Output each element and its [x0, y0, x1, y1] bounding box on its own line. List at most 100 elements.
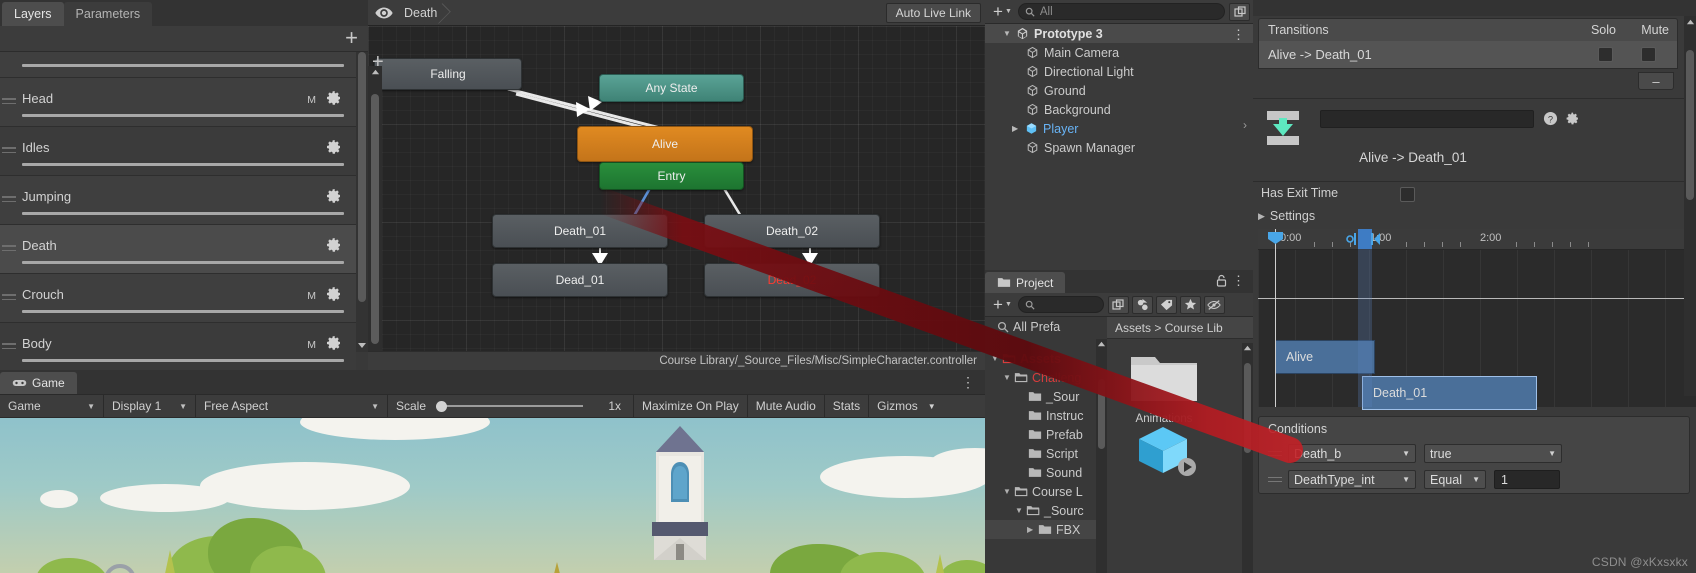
hierarchy-item-spawn-manager[interactable]: Spawn Manager	[985, 138, 1253, 157]
transition-start-marker-icon[interactable]	[1346, 232, 1358, 246]
tab-layers[interactable]: Layers	[2, 2, 64, 26]
chevron-right-icon[interactable]: ▶	[1012, 124, 1021, 133]
layer-weight-bar[interactable]	[22, 114, 344, 117]
layer-row-death[interactable]: Death	[0, 225, 356, 274]
state-node-death-02[interactable]: Death_02	[704, 214, 880, 248]
timeline-clip-death-01[interactable]: Death_01	[1362, 376, 1537, 410]
drag-handle-icon[interactable]	[2, 147, 16, 154]
drag-handle-icon[interactable]	[2, 245, 16, 252]
project-tree-pane[interactable]: All Prefa ▼ Assets ▼ Challeng _Sour Inst…	[985, 317, 1107, 573]
project-tree-item-challenge[interactable]: ▼ Challeng	[985, 368, 1107, 387]
gear-icon[interactable]	[326, 90, 342, 106]
project-tree-item-source-files[interactable]: ▼ _Sourc	[985, 501, 1107, 520]
tab-parameters[interactable]: Parameters	[63, 2, 153, 26]
timeline-body[interactable]: Alive Death_01	[1258, 250, 1696, 410]
chevron-down-icon[interactable]: ▼	[1015, 506, 1026, 515]
gizmos-dropdown-caret[interactable]: ▼	[926, 394, 944, 418]
hierarchy-item-background[interactable]: Background	[985, 100, 1253, 119]
layer-weight-bar[interactable]	[22, 261, 344, 264]
chevron-down-icon[interactable]: ▼	[1003, 29, 1012, 38]
breadcrumb[interactable]: Death	[394, 0, 443, 26]
scrollbar-thumb[interactable]	[358, 52, 366, 302]
gear-icon[interactable]	[326, 139, 342, 155]
create-asset-button[interactable]: +	[993, 296, 1003, 313]
layer-weight-bar[interactable]	[22, 212, 344, 215]
hidden-eye-icon[interactable]	[1203, 295, 1225, 314]
layer-weight-bar[interactable]	[22, 310, 344, 313]
asset-tile-prefab[interactable]	[1121, 421, 1207, 480]
game-render-view[interactable]	[0, 418, 985, 573]
view-mode-dropdown[interactable]: Game ▼	[0, 394, 104, 418]
project-assets-pane[interactable]: Assets > Course Lib Animations	[1107, 317, 1253, 573]
hierarchy-item-main-camera[interactable]: Main Camera	[985, 43, 1253, 62]
chevron-down-icon[interactable]: ▼	[1005, 301, 1012, 308]
timeline-ruler[interactable]: 0:00 1:00 2:00	[1258, 229, 1696, 250]
inspector-scrollbar[interactable]	[1684, 16, 1696, 396]
add-state-button[interactable]: +	[372, 52, 384, 72]
kebab-menu-icon[interactable]: ⋮	[1232, 273, 1245, 289]
condition-parameter-dropdown[interactable]: DeathType_int ▼	[1288, 470, 1416, 489]
has-exit-time-checkbox[interactable]	[1400, 187, 1415, 202]
project-tree-item-scripts[interactable]: Script	[985, 444, 1107, 463]
kebab-menu-icon[interactable]: ⋮	[1232, 27, 1245, 43]
state-node-alive[interactable]: Alive	[577, 126, 753, 162]
expand-window-icon[interactable]	[1229, 2, 1250, 21]
project-tree-item-instructions[interactable]: Instruc	[985, 406, 1107, 425]
project-tree-item-course-library[interactable]: ▼ Course L	[985, 482, 1107, 501]
help-icon[interactable]: ?	[1543, 111, 1558, 126]
project-tree-item-sounds[interactable]: Sound	[985, 463, 1107, 482]
tab-game[interactable]: Game	[0, 372, 77, 394]
layer-row[interactable]	[0, 52, 356, 78]
gear-icon[interactable]	[326, 286, 342, 302]
aspect-dropdown[interactable]: Free Aspect ▼	[196, 394, 388, 418]
condition-threshold-input[interactable]: 1	[1494, 470, 1560, 489]
layers-scrollbar[interactable]	[356, 52, 368, 352]
gear-icon[interactable]	[326, 188, 342, 204]
transition-list-row[interactable]: Alive -> Death_01	[1258, 41, 1678, 69]
scrollbar-thumb[interactable]	[1098, 379, 1105, 449]
lock-icon[interactable]	[1216, 274, 1227, 290]
add-layer-button[interactable]: +	[345, 27, 358, 49]
gear-icon[interactable]	[326, 335, 342, 351]
chevron-up-icon[interactable]	[1686, 18, 1695, 27]
layer-weight-bar[interactable]	[22, 163, 344, 166]
favorites-star-icon[interactable]	[1179, 295, 1201, 314]
maximize-on-play-button[interactable]: Maximize On Play	[634, 394, 748, 418]
hierarchy-item-player[interactable]: ▶ Player	[985, 119, 1253, 138]
filter-type-icon[interactable]	[1131, 295, 1153, 314]
condition-value-dropdown[interactable]: true ▼	[1424, 444, 1562, 463]
mute-checkbox[interactable]	[1641, 47, 1656, 62]
layer-weight-bar[interactable]	[22, 64, 344, 67]
project-tree-item-assets[interactable]: ▼ Assets	[985, 349, 1107, 368]
animator-state-machine-canvas[interactable]: + Falling Any State Alive Entry Death_01…	[368, 26, 985, 370]
scrollbar-thumb[interactable]	[1244, 363, 1251, 453]
project-tree-item-fbx[interactable]: ▶ FBX	[985, 520, 1107, 539]
hierarchy-search-input[interactable]: All	[1017, 3, 1225, 20]
project-tree-scrollbar[interactable]	[1096, 339, 1107, 573]
project-tree-item-all-prefabs[interactable]: All Prefa	[985, 317, 1107, 336]
hierarchy-tree[interactable]: ▼ Prototype 3 Main Camera Directional Li…	[985, 24, 1253, 157]
chevron-down-icon[interactable]: ▼	[1005, 8, 1012, 15]
layer-weight-bar[interactable]	[22, 359, 344, 362]
project-tree-item-source[interactable]: _Sour	[985, 387, 1107, 406]
kebab-menu-icon[interactable]: ⋮	[961, 374, 975, 391]
chevron-right-icon[interactable]: ›	[1243, 118, 1247, 132]
drag-handle-icon[interactable]	[1268, 450, 1282, 457]
state-node-dead-02[interactable]: Dead_02	[704, 263, 880, 297]
scrollbar-thumb[interactable]	[1686, 50, 1694, 200]
scale-slider-track[interactable]	[443, 405, 583, 407]
drag-handle-icon[interactable]	[2, 98, 16, 105]
gizmos-button[interactable]: Gizmos	[869, 394, 926, 418]
chevron-down-icon[interactable]	[357, 340, 367, 350]
drag-handle-icon[interactable]	[1268, 476, 1282, 483]
condition-row-death-b[interactable]: Death_b ▼ true ▼	[1268, 443, 1562, 464]
project-breadcrumb[interactable]: Assets > Course Lib	[1107, 317, 1253, 339]
layer-row[interactable]: Idles	[0, 127, 356, 176]
project-assets-scrollbar[interactable]	[1242, 343, 1253, 573]
scrollbar-thumb[interactable]	[371, 94, 379, 344]
stats-button[interactable]: Stats	[825, 394, 870, 418]
create-button[interactable]: +	[993, 3, 1003, 20]
expand-window-icon[interactable]	[1107, 295, 1129, 314]
drag-handle-icon[interactable]	[2, 343, 16, 350]
playhead-marker-icon[interactable]	[1266, 230, 1285, 245]
